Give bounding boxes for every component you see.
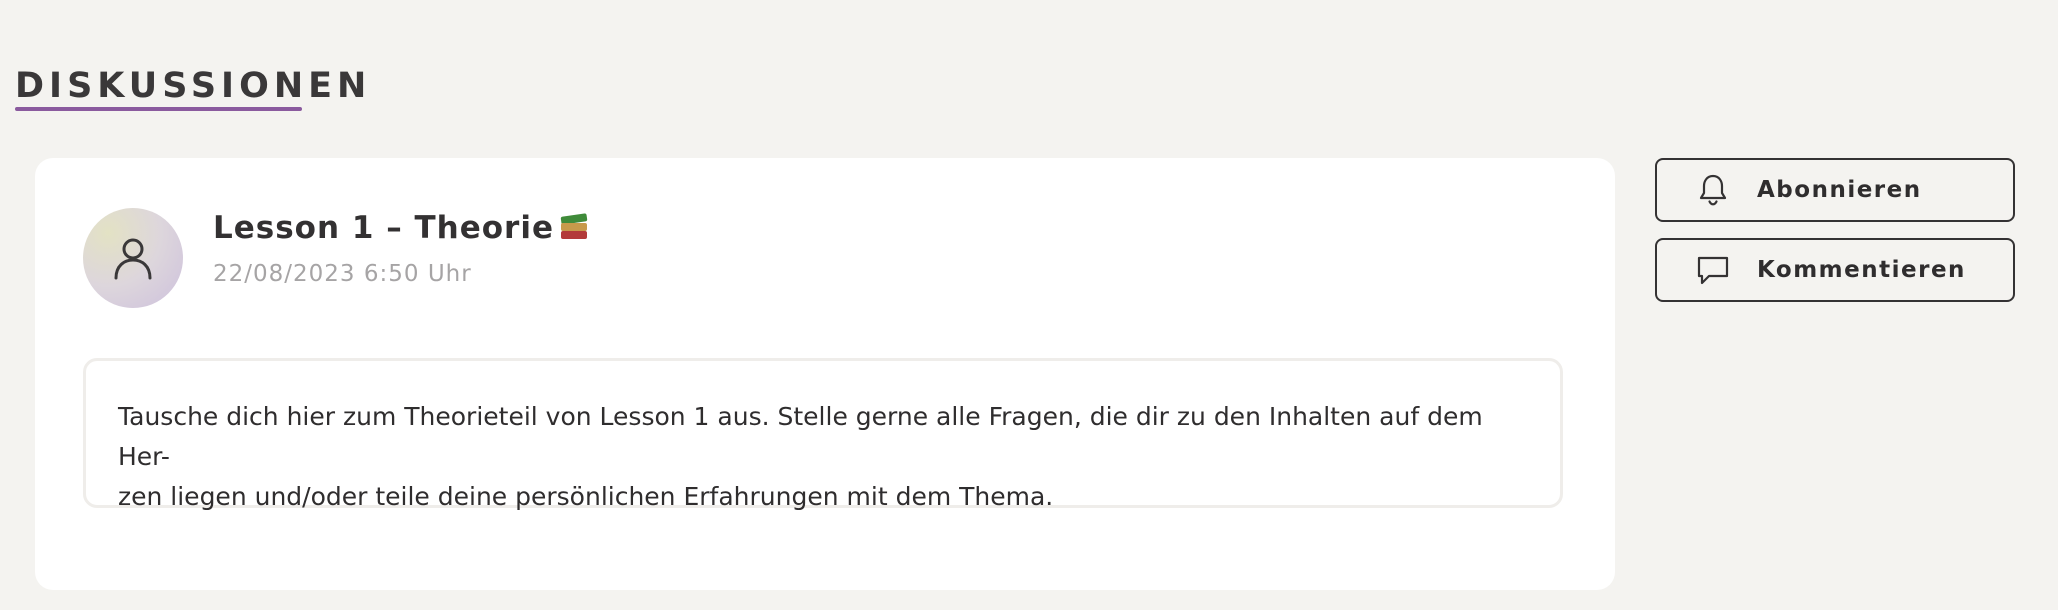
post-body: Tausche dich hier zum Theorieteil von Le… [83, 358, 1563, 511]
post-title-text: Lesson 1 – Theorie [213, 210, 554, 246]
comment-button[interactable]: Kommentieren [1655, 238, 2015, 302]
user-icon [114, 238, 152, 280]
speech-bubble-icon [1697, 256, 1729, 285]
section-heading-underline [15, 107, 302, 111]
books-icon [560, 213, 588, 241]
post-text-line-1: Tausche dich hier zum Theorieteil von Le… [118, 402, 1483, 471]
subscribe-button[interactable]: Abonnieren [1655, 158, 2015, 222]
avatar [83, 208, 183, 308]
post-text: Tausche dich hier zum Theorieteil von Le… [118, 397, 1530, 517]
post-timestamp: 22/08/2023 6:50 Uhr [213, 261, 472, 287]
post-title[interactable]: Lesson 1 – Theorie [213, 206, 588, 250]
bell-icon [1699, 174, 1727, 206]
discussion-card: Lesson 1 – Theorie 22/08/2023 6:50 Uhr T… [35, 158, 1615, 590]
post-text-line-2: zen liegen und/oder teile deine persönli… [118, 482, 1054, 511]
discussion-page: DISKUSSIONEN Lesson 1 – Theorie 22/08/20… [0, 0, 2058, 610]
comment-button-label: Kommentieren [1757, 257, 1966, 283]
subscribe-button-label: Abonnieren [1757, 177, 1922, 203]
section-heading: DISKUSSIONEN [15, 66, 372, 106]
